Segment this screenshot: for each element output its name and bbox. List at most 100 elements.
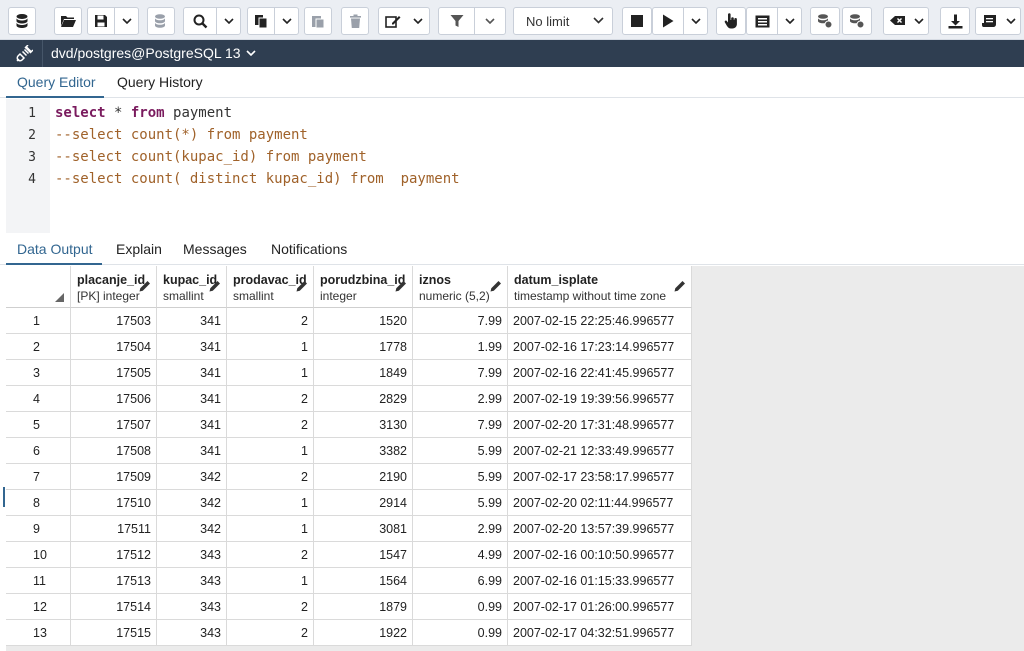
delete-button[interactable]	[341, 7, 369, 35]
cell-iznos[interactable]: 7.99	[413, 308, 508, 334]
cell-iznos[interactable]: 6.99	[413, 568, 508, 594]
cell-datum-isplate[interactable]: 2007-02-16 00:10:50.996577	[508, 542, 692, 568]
cell-porudzbina-id[interactable]: 1520	[314, 308, 413, 334]
cell-placanje-id[interactable]: 17504	[71, 334, 157, 360]
cell-iznos[interactable]: 1.99	[413, 334, 508, 360]
tab-query-history[interactable]: Query History	[117, 74, 203, 90]
table-row[interactable]: 6 17508 341 1 3382 5.99 2007-02-21 12:33:49.99…	[6, 438, 692, 464]
cell-kupac-id[interactable]: 343	[157, 568, 227, 594]
column-header[interactable]: porudzbina_id integer	[314, 266, 413, 308]
cell-porudzbina-id[interactable]: 2190	[314, 464, 413, 490]
explain-button[interactable]	[716, 7, 746, 35]
cell-kupac-id[interactable]: 343	[157, 542, 227, 568]
table-row[interactable]: 9 17511 342 1 3081 2.99 2007-02-20 13:57:39.99…	[6, 516, 692, 542]
row-number[interactable]: 7	[6, 464, 71, 490]
cell-prodavac-id[interactable]: 1	[227, 490, 314, 516]
find-button[interactable]	[183, 7, 241, 35]
save-button[interactable]	[87, 7, 139, 35]
row-number[interactable]: 11	[6, 568, 71, 594]
cell-prodavac-id[interactable]: 2	[227, 620, 314, 646]
cell-kupac-id[interactable]: 342	[157, 490, 227, 516]
tab-notifications[interactable]: Notifications	[271, 241, 347, 257]
cell-datum-isplate[interactable]: 2007-02-17 23:58:17.996577	[508, 464, 692, 490]
chevron-down-icon[interactable]	[1002, 8, 1020, 34]
row-number[interactable]: 5	[6, 412, 71, 438]
cell-prodavac-id[interactable]: 2	[227, 594, 314, 620]
copy-button[interactable]	[247, 7, 299, 35]
table-row[interactable]: 11 17513 343 1 1564 6.99 2007-02-16 01:15:33.9…	[6, 568, 692, 594]
chevron-down-icon[interactable]	[274, 8, 298, 34]
select-all-corner[interactable]	[6, 266, 71, 308]
cell-placanje-id[interactable]: 17503	[71, 308, 157, 334]
code-line[interactable]: select * from payment	[55, 105, 232, 121]
filter-button[interactable]	[438, 7, 506, 35]
row-number[interactable]: 2	[6, 334, 71, 360]
table-row[interactable]: 2 17504 341 1 1778 1.99 2007-02-16 17:23:14.99…	[6, 334, 692, 360]
paste-button[interactable]	[304, 7, 332, 35]
cell-iznos[interactable]: 7.99	[413, 360, 508, 386]
cell-placanje-id[interactable]: 17509	[71, 464, 157, 490]
tab-query-editor[interactable]: Query Editor	[17, 74, 96, 90]
column-header[interactable]: prodavac_id smallint	[227, 266, 314, 308]
clear-button[interactable]	[883, 7, 929, 35]
code-line-comment[interactable]: --select count( distinct kupac_id) from …	[55, 171, 460, 187]
table-row[interactable]: 1 17503 341 2 1520 7.99 2007-02-15 22:25:46.99…	[6, 308, 692, 334]
cell-porudzbina-id[interactable]: 3130	[314, 412, 413, 438]
cell-datum-isplate[interactable]: 2007-02-19 19:39:56.996577	[508, 386, 692, 412]
macros-button[interactable]	[975, 7, 1021, 35]
code-line-comment[interactable]: --select count(*) from payment	[55, 127, 308, 143]
edit-button[interactable]	[378, 7, 430, 35]
rollback-button[interactable]	[842, 7, 872, 35]
cell-iznos[interactable]: 5.99	[413, 438, 508, 464]
commit-button[interactable]	[810, 7, 840, 35]
chevron-down-icon[interactable]	[777, 8, 801, 34]
cell-datum-isplate[interactable]: 2007-02-20 13:57:39.996577	[508, 516, 692, 542]
cell-kupac-id[interactable]: 341	[157, 412, 227, 438]
chevron-down-icon[interactable]	[407, 8, 429, 34]
tab-explain[interactable]: Explain	[116, 241, 162, 257]
code-line-comment[interactable]: --select count(kupac_id) from payment	[55, 149, 367, 165]
cell-datum-isplate[interactable]: 2007-02-15 22:25:46.996577	[508, 308, 692, 334]
column-header[interactable]: placanje_id [PK] integer	[71, 266, 157, 308]
object-explorer-button[interactable]	[8, 7, 36, 35]
cell-datum-isplate[interactable]: 2007-02-21 12:33:49.996577	[508, 438, 692, 464]
limit-select[interactable]: No limit	[513, 7, 613, 35]
cell-prodavac-id[interactable]: 1	[227, 360, 314, 386]
cell-porudzbina-id[interactable]: 2829	[314, 386, 413, 412]
row-number[interactable]: 1	[6, 308, 71, 334]
cell-datum-isplate[interactable]: 2007-02-20 17:31:48.996577	[508, 412, 692, 438]
cell-iznos[interactable]: 4.99	[413, 542, 508, 568]
column-header[interactable]: datum_isplate timestamp without time zone	[508, 266, 692, 308]
cell-kupac-id[interactable]: 342	[157, 464, 227, 490]
cell-kupac-id[interactable]: 341	[157, 438, 227, 464]
cell-kupac-id[interactable]: 343	[157, 594, 227, 620]
stop-button[interactable]	[622, 7, 652, 35]
cell-porudzbina-id[interactable]: 1564	[314, 568, 413, 594]
cell-datum-isplate[interactable]: 2007-02-16 22:41:45.996577	[508, 360, 692, 386]
cell-porudzbina-id[interactable]: 1849	[314, 360, 413, 386]
execute-button[interactable]	[652, 7, 708, 35]
cell-kupac-id[interactable]: 341	[157, 334, 227, 360]
tab-data-output[interactable]: Data Output	[17, 241, 93, 257]
row-number[interactable]: 8	[6, 490, 71, 516]
column-header[interactable]: iznos numeric (5,2)	[413, 266, 508, 308]
table-row[interactable]: 13 17515 343 2 1922 0.99 2007-02-17 04:32:51.9…	[6, 620, 692, 646]
cell-iznos[interactable]: 7.99	[413, 412, 508, 438]
row-number[interactable]: 4	[6, 386, 71, 412]
table-row[interactable]: 10 17512 343 2 1547 4.99 2007-02-16 00:10:50.9…	[6, 542, 692, 568]
row-number[interactable]: 3	[6, 360, 71, 386]
cell-placanje-id[interactable]: 17513	[71, 568, 157, 594]
cell-placanje-id[interactable]: 17515	[71, 620, 157, 646]
cell-kupac-id[interactable]: 343	[157, 620, 227, 646]
row-number[interactable]: 9	[6, 516, 71, 542]
cell-prodavac-id[interactable]: 2	[227, 412, 314, 438]
cell-porudzbina-id[interactable]: 2914	[314, 490, 413, 516]
cell-iznos[interactable]: 0.99	[413, 594, 508, 620]
row-number[interactable]: 10	[6, 542, 71, 568]
cell-placanje-id[interactable]: 17507	[71, 412, 157, 438]
download-button[interactable]	[940, 7, 970, 35]
chevron-down-icon[interactable]	[474, 8, 505, 34]
sql-editor[interactable]: 1 2 3 4 select * from payment --select c…	[0, 99, 1024, 233]
cell-placanje-id[interactable]: 17506	[71, 386, 157, 412]
cell-porudzbina-id[interactable]: 3081	[314, 516, 413, 542]
